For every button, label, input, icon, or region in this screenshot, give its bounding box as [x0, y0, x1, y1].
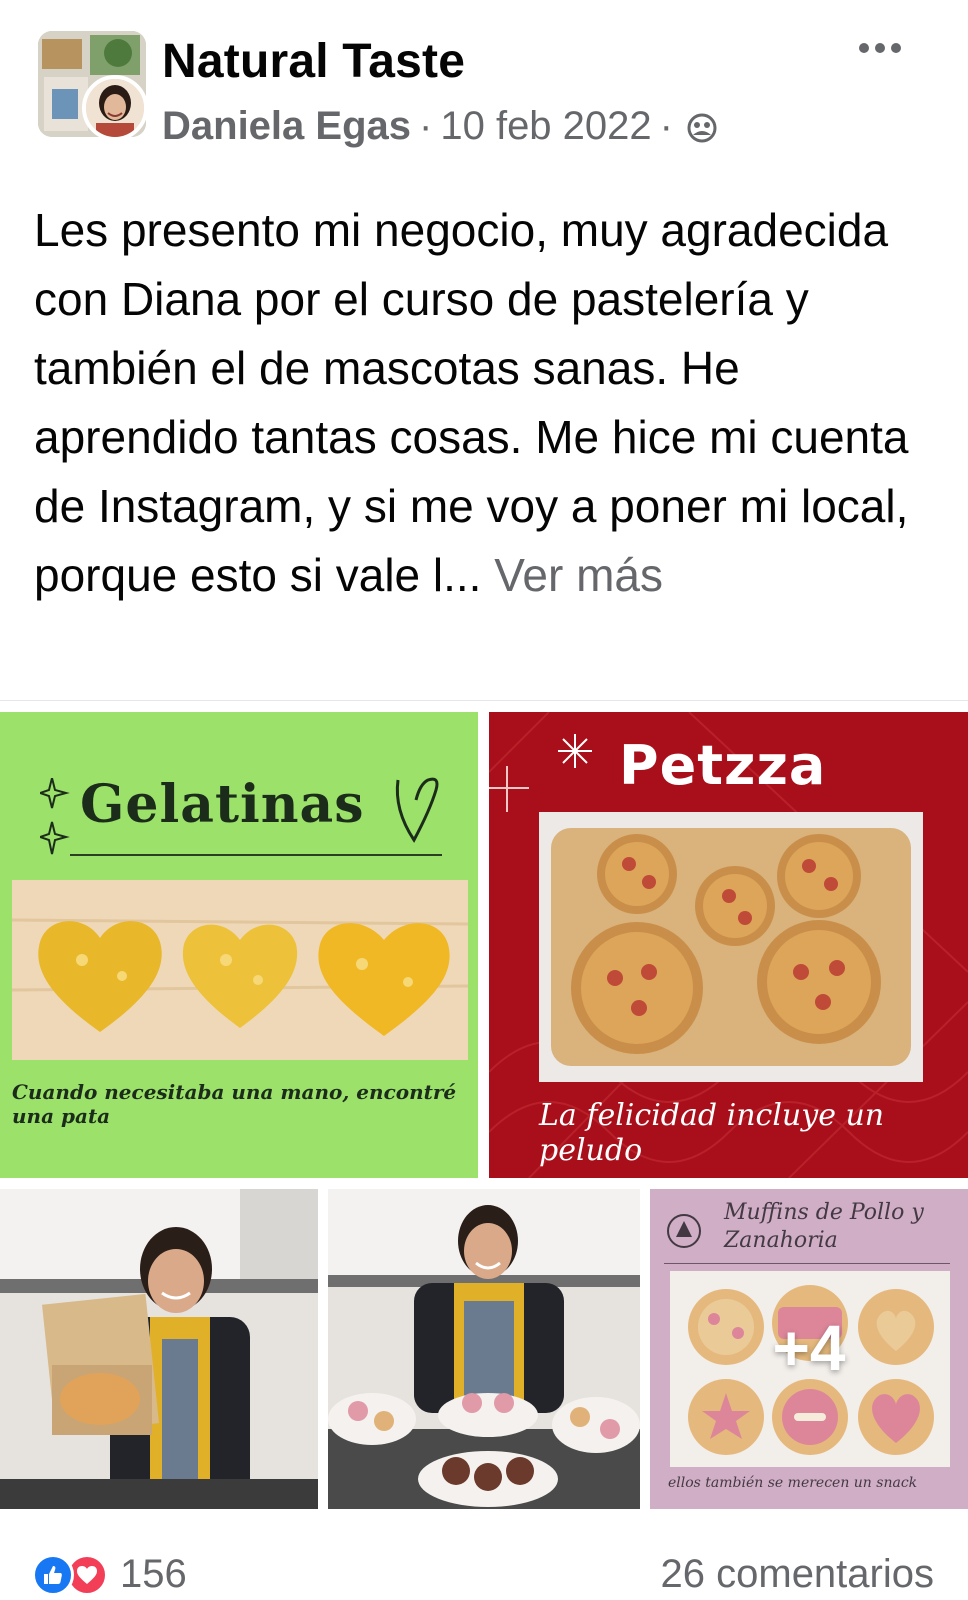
gallery-image-petzza[interactable]: Petzza La felicidad incluye un peludo: [489, 712, 968, 1178]
reactions-summary[interactable]: 156: [32, 1552, 187, 1597]
title-underline: [70, 854, 442, 856]
like-icon: [32, 1553, 74, 1596]
post-date[interactable]: 10 feb 2022: [440, 104, 651, 149]
meta-separator: ·: [419, 104, 433, 148]
gelatinas-caption: Cuando necesitaba una mano, encontré una…: [12, 1080, 457, 1128]
post-header: Natural Taste Daniela Egas · 10 feb 2022…: [0, 0, 968, 170]
gallery-image-muffins[interactable]: Muffins de Pollo y Zanahoria ellos tambi…: [650, 1189, 968, 1509]
heart-doodle-icon: [395, 777, 439, 843]
sparkle-icon: [40, 778, 70, 855]
author-avatar[interactable]: [82, 75, 148, 141]
gelatinas-title: Gelatinas: [80, 774, 365, 835]
gallery-photo-snacks-table[interactable]: [328, 1189, 640, 1509]
post-footer: 156 26 comentarios: [0, 1530, 968, 1600]
petzza-title: Petzza: [619, 734, 827, 797]
divider: [0, 700, 968, 701]
reaction-count: 156: [120, 1552, 187, 1596]
post-body: Les presento mi negocio, muy agradecida …: [34, 204, 909, 601]
author-name[interactable]: Daniela Egas: [162, 104, 411, 149]
gallery-image-gelatinas[interactable]: Gelatinas Cuando necesitaba una mano, en…: [0, 712, 478, 1178]
post-text: Les presento mi negocio, muy agradecida …: [34, 196, 934, 610]
gelatinas-photo: [11, 880, 469, 1060]
group-members-icon: [685, 110, 719, 144]
meta-separator: ·: [659, 104, 673, 148]
more-options-button[interactable]: [852, 30, 908, 66]
group-avatar[interactable]: [38, 31, 148, 141]
group-name[interactable]: Natural Taste: [162, 34, 465, 89]
more-dot: [875, 43, 885, 53]
comments-count-link[interactable]: 26 comentarios: [661, 1552, 934, 1597]
petzza-caption: La felicidad incluye un peludo: [539, 1098, 885, 1168]
more-photos-count[interactable]: +4: [650, 1311, 968, 1385]
see-more-link[interactable]: Ver más: [494, 549, 663, 601]
gallery-photo-pizza-box[interactable]: [0, 1189, 318, 1509]
more-dot: [891, 43, 901, 53]
more-horizontal-icon: [859, 43, 869, 53]
petzza-photo: [539, 812, 923, 1082]
post-meta: Daniela Egas · 10 feb 2022 ·: [162, 104, 719, 149]
